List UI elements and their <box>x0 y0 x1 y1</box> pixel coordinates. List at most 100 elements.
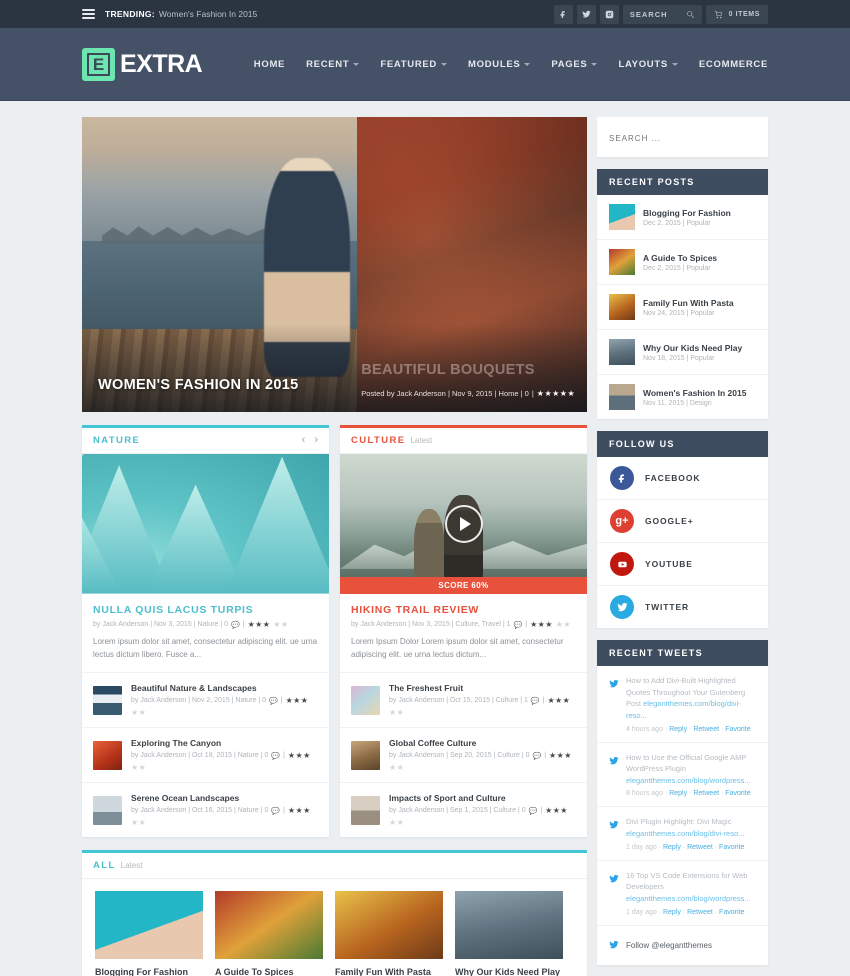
tweet-time: 4 hours ago <box>626 725 663 733</box>
tweet-retweet-link[interactable]: Retweet <box>693 726 719 733</box>
nav-label: ECOMMERCE <box>698 58 768 70</box>
nav-item-layouts[interactable]: LAYOUTS <box>618 59 678 70</box>
site-logo[interactable]: E EXTRA <box>82 47 203 81</box>
tweet-favorite-link[interactable]: Favorite <box>725 790 750 797</box>
list-item[interactable]: Beautiful Nature & Landscapes by Jack An… <box>82 673 329 729</box>
tweet-retweet-link[interactable]: Retweet <box>687 844 713 851</box>
module-nature-nav: ‹ › <box>302 435 318 446</box>
post-title[interactable]: A Guide To Spices <box>643 253 717 263</box>
post-meta: Nov 18, 2015 | Popular <box>643 354 715 362</box>
tweet-reply-link[interactable]: Reply <box>663 844 681 851</box>
twitter-icon[interactable] <box>576 4 596 24</box>
tweet-retweet-link[interactable]: Retweet <box>687 909 713 916</box>
post-title[interactable]: Serene Ocean Landscapes <box>131 793 318 803</box>
post-title[interactable]: Exploring The Canyon <box>131 738 318 748</box>
post-meta: by Jack Anderson | Sep 1, 2015 | Culture… <box>389 806 568 828</box>
featured-slider[interactable]: WOMEN'S FASHION IN 2015 BEAUTIFUL BOUQUE… <box>82 117 587 412</box>
tweet-favorite-link[interactable]: Favorite <box>719 909 744 916</box>
sidebar: RECENT POSTS Blogging For Fashion Dec 2,… <box>597 117 768 976</box>
module-culture-title[interactable]: CULTURE <box>351 435 405 446</box>
post-title[interactable]: Global Coffee Culture <box>389 738 576 748</box>
list-item[interactable]: Family Fun With Pasta Nov 24, 2015 | Pop… <box>597 285 768 330</box>
list-item[interactable]: Women's Fashion In 2015 Nov 11, 2015 | D… <box>597 375 768 419</box>
tweet-link[interactable]: elegantthemes.com/blog/divi-reso... <box>626 829 744 838</box>
nav-item-featured[interactable]: FEATURED <box>380 59 447 70</box>
comment-icon: 💬 <box>271 752 281 760</box>
tweet-link[interactable]: elegantthemes.com/blog/wordpress... <box>626 776 751 785</box>
nav-item-ecommerce[interactable]: ECOMMERCE <box>699 59 768 70</box>
list-item[interactable]: Exploring The Canyon by Jack Anderson | … <box>82 728 329 784</box>
rating-stars-off: ★★ <box>131 708 147 718</box>
follow-item-twitter[interactable]: TWITTER <box>597 586 768 628</box>
search-input[interactable]: SEARCH <box>622 4 702 24</box>
follow-elegantthemes-link[interactable]: Follow @elegantthemes <box>597 926 768 965</box>
module-culture-featured-image[interactable]: SCORE 60% <box>340 454 587 594</box>
list-item[interactable]: Why Our Kids Need Play Nov 18, 2015 | Po… <box>597 330 768 375</box>
topbar-actions: SEARCH 0 ITEMS <box>553 4 768 24</box>
search-input[interactable] <box>609 134 756 143</box>
module-culture-featured-body: HIKING TRAIL REVIEW by Jack Anderson | N… <box>340 594 587 674</box>
tweet-reply-link[interactable]: Reply <box>669 790 687 797</box>
post-title[interactable]: A Guide To Spices <box>215 967 323 976</box>
page-body: WOMEN'S FASHION IN 2015 BEAUTIFUL BOUQUE… <box>0 101 850 976</box>
post-title[interactable]: The Freshest Fruit <box>389 683 576 693</box>
list-item[interactable]: A Guide To Spices Dec 2, 2015 <box>215 891 323 976</box>
module-nature-featured-title[interactable]: NULLA QUIS LACUS TURPIS <box>93 604 318 616</box>
list-item[interactable]: Impacts of Sport and Culture by Jack And… <box>340 783 587 837</box>
module-nature-featured-meta: by Jack Anderson | Nov 3, 2015 | Nature … <box>93 620 289 629</box>
list-item: How to Use the Official Google AMP WordP… <box>597 743 768 808</box>
list-item[interactable]: Why Our Kids Need Play Nov 18, 2015 <box>455 891 563 976</box>
nav-item-home[interactable]: HOME <box>254 59 285 70</box>
follow-item-facebook[interactable]: FACEBOOK <box>597 457 768 500</box>
post-title[interactable]: Blogging For Fashion <box>95 967 203 976</box>
module-nature-featured-image[interactable] <box>82 454 329 594</box>
follow-item-youtube[interactable]: YOUTUBE <box>597 543 768 586</box>
instagram-icon[interactable] <box>599 4 619 24</box>
list-item[interactable]: Global Coffee Culture by Jack Anderson |… <box>340 728 587 784</box>
module-nature-title[interactable]: NATURE <box>93 435 140 446</box>
tweet-link[interactable]: elegantthemes.com/blog/wordpress... <box>626 894 751 903</box>
list-item[interactable]: Serene Ocean Landscapes by Jack Anderson… <box>82 783 329 837</box>
tweet-reply-link[interactable]: Reply <box>669 726 687 733</box>
module-all-title[interactable]: ALL <box>93 860 116 871</box>
chevron-right-icon[interactable]: › <box>314 435 318 446</box>
twitter-icon <box>609 936 619 955</box>
post-title[interactable]: Why Our Kids Need Play <box>643 343 742 353</box>
cart-button[interactable]: 0 ITEMS <box>705 4 768 24</box>
comment-icon: 💬 <box>530 697 540 705</box>
post-title[interactable]: Blogging For Fashion <box>643 208 731 218</box>
chevron-left-icon[interactable]: ‹ <box>302 435 306 446</box>
play-icon[interactable] <box>444 505 483 543</box>
post-title[interactable]: Why Our Kids Need Play <box>455 967 563 976</box>
module-culture-featured-title[interactable]: HIKING TRAIL REVIEW <box>351 604 576 616</box>
trending-headline[interactable]: Women's Fashion In 2015 <box>159 9 257 19</box>
list-item[interactable]: Blogging For Fashion Dec 2, 2015 <box>95 891 203 976</box>
follow-item-google-plus[interactable]: g+ GOOGLE+ <box>597 500 768 543</box>
list-item[interactable]: Family Fun With Pasta Nov 24, 2015 <box>335 891 443 976</box>
post-title[interactable]: Beautiful Nature & Landscapes <box>131 683 318 693</box>
tweet-favorite-link[interactable]: Favorite <box>719 844 744 851</box>
post-title[interactable]: Women's Fashion In 2015 <box>643 388 746 398</box>
list-item[interactable]: A Guide To Spices Dec 2, 2015 | Popular <box>597 240 768 285</box>
tweet-reply-link[interactable]: Reply <box>663 909 681 916</box>
post-title[interactable]: Family Fun With Pasta <box>643 298 734 308</box>
comment-icon: 💬 <box>528 807 538 815</box>
post-title[interactable]: Impacts of Sport and Culture <box>389 793 576 803</box>
facebook-icon[interactable] <box>553 4 573 24</box>
chevron-down-icon <box>591 62 598 66</box>
post-thumbnail <box>93 795 122 825</box>
tweet-link[interactable]: elegantthemes.com/blog/divi-reso... <box>626 699 741 720</box>
list-item[interactable]: The Freshest Fruit by Jack Anderson | Oc… <box>340 673 587 729</box>
tweet-favorite-link[interactable]: Favorite <box>725 726 750 733</box>
rating-stars-on: ★★★ <box>247 620 271 629</box>
tweet-retweet-link[interactable]: Retweet <box>693 790 719 797</box>
chevron-down-icon <box>671 62 678 66</box>
nav-item-pages[interactable]: PAGES <box>551 59 598 70</box>
widget-heading: RECENT TWEETS <box>597 640 768 666</box>
list-item[interactable]: Blogging For Fashion Dec 2, 2015 | Popul… <box>597 195 768 240</box>
hamburger-icon[interactable] <box>82 9 95 19</box>
top-trending-bar: TRENDING: Women's Fashion In 2015 SEARCH… <box>0 0 850 28</box>
nav-item-modules[interactable]: MODULES <box>468 59 531 70</box>
post-title[interactable]: Family Fun With Pasta <box>335 967 443 976</box>
nav-item-recent[interactable]: RECENT <box>306 59 360 70</box>
